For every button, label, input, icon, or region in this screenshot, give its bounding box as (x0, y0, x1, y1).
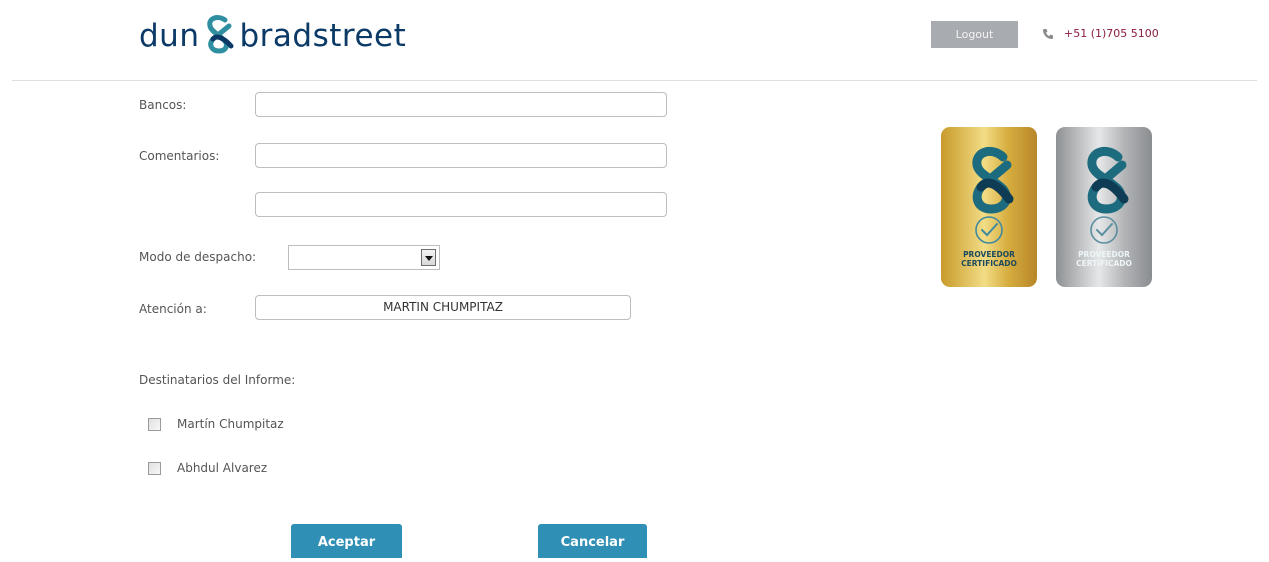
phone-contact: +51 (1)705 5100 (1042, 27, 1159, 40)
phone-icon (1043, 28, 1053, 39)
comentarios-input-2[interactable] (255, 192, 667, 217)
comentarios-label: Comentarios: (139, 149, 220, 163)
badge-text: PROVEEDOR CERTIFICADO (1056, 250, 1152, 268)
destinatarios-label: Destinatarios del Informe: (139, 373, 296, 387)
dropdown-arrow-icon[interactable] (421, 249, 436, 266)
recipient-checkbox[interactable] (148, 417, 161, 431)
recipient-checkbox[interactable] (148, 461, 161, 475)
badge-line-2: CERTIFICADO (1076, 259, 1132, 268)
bancos-label: Bancos: (139, 98, 187, 112)
bancos-input[interactable] (255, 92, 667, 117)
recipient-name: Abhdul Alvarez (177, 461, 268, 475)
despacho-select[interactable] (288, 245, 440, 270)
ampersand-logo-icon (207, 15, 234, 54)
recipient-row[interactable]: Martín Chumpitaz (148, 417, 284, 431)
recipient-row[interactable]: Abhdul Alvarez (148, 461, 267, 475)
logout-button[interactable]: Logout (931, 21, 1018, 48)
phone-number[interactable]: +51 (1)705 5100 (1064, 27, 1159, 40)
logo-text-bradstreet: bradstreet (239, 18, 407, 54)
certified-supplier-badge-silver: PROVEEDOR CERTIFICADO (1056, 127, 1152, 287)
cancel-button[interactable]: Cancelar (538, 524, 647, 558)
despacho-label: Modo de despacho: (139, 250, 257, 264)
recipient-name: Martín Chumpitaz (177, 417, 284, 431)
atencion-input[interactable]: MARTIN CHUMPITAZ (255, 295, 631, 320)
certified-supplier-badge-gold: PROVEEDOR CERTIFICADO (941, 127, 1037, 287)
badge-line-1: PROVEEDOR (963, 250, 1015, 259)
atencion-label: Atención a: (139, 302, 207, 316)
header-divider (12, 80, 1257, 81)
logo-text-dun: dun (139, 18, 200, 54)
comentarios-input-1[interactable] (255, 143, 667, 168)
badge-line-1: PROVEEDOR (1078, 250, 1130, 259)
accept-button[interactable]: Aceptar (291, 524, 402, 558)
badge-line-2: CERTIFICADO (961, 259, 1017, 268)
dun-bradstreet-logo: dun bradstreet (139, 14, 406, 54)
badge-text: PROVEEDOR CERTIFICADO (941, 250, 1037, 268)
